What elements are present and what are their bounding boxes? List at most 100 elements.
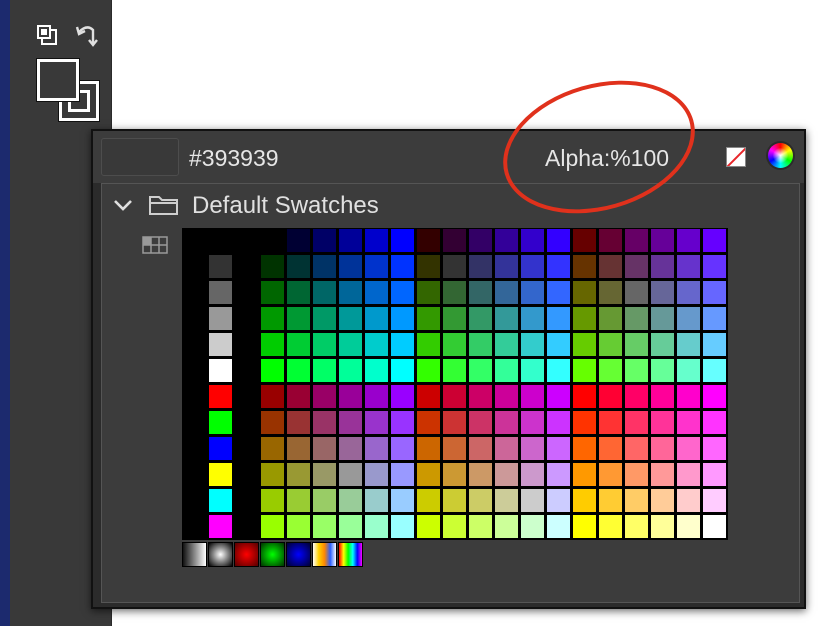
- color-swatch[interactable]: [416, 488, 441, 513]
- color-swatch[interactable]: [338, 228, 363, 253]
- color-swatch[interactable]: [312, 254, 337, 279]
- color-swatch[interactable]: [494, 254, 519, 279]
- color-swatch[interactable]: [364, 462, 389, 487]
- color-swatch[interactable]: [546, 410, 571, 435]
- color-swatch[interactable]: [260, 228, 285, 253]
- color-swatch[interactable]: [416, 306, 441, 331]
- color-swatch[interactable]: [234, 462, 259, 487]
- color-swatch[interactable]: [364, 436, 389, 461]
- color-swatch[interactable]: [338, 436, 363, 461]
- color-swatch[interactable]: [338, 358, 363, 383]
- color-swatch[interactable]: [442, 254, 467, 279]
- color-swatch[interactable]: [598, 254, 623, 279]
- color-swatch[interactable]: [364, 254, 389, 279]
- color-swatch[interactable]: [442, 462, 467, 487]
- color-swatch[interactable]: [624, 410, 649, 435]
- color-swatch[interactable]: [624, 332, 649, 357]
- gradient-swatch[interactable]: [312, 542, 337, 567]
- color-swatch[interactable]: [260, 488, 285, 513]
- color-swatch[interactable]: [338, 462, 363, 487]
- color-swatch[interactable]: [624, 358, 649, 383]
- color-swatch[interactable]: [494, 280, 519, 305]
- color-wheel-icon[interactable]: [768, 143, 793, 168]
- color-swatch[interactable]: [624, 488, 649, 513]
- color-swatch[interactable]: [182, 436, 207, 461]
- color-swatch[interactable]: [598, 332, 623, 357]
- color-swatch[interactable]: [624, 280, 649, 305]
- color-swatch[interactable]: [598, 358, 623, 383]
- color-swatch[interactable]: [546, 462, 571, 487]
- color-swatch[interactable]: [416, 514, 441, 539]
- gradient-swatch[interactable]: [286, 542, 311, 567]
- color-swatch[interactable]: [520, 384, 545, 409]
- color-swatch[interactable]: [624, 228, 649, 253]
- color-swatch[interactable]: [234, 254, 259, 279]
- color-swatch[interactable]: [364, 332, 389, 357]
- color-swatch[interactable]: [650, 358, 675, 383]
- color-swatch[interactable]: [572, 228, 597, 253]
- color-swatch[interactable]: [702, 462, 727, 487]
- color-swatch[interactable]: [416, 280, 441, 305]
- gradient-swatch[interactable]: [260, 542, 285, 567]
- color-swatch[interactable]: [598, 384, 623, 409]
- color-swatch[interactable]: [676, 306, 701, 331]
- color-swatch[interactable]: [286, 228, 311, 253]
- gradient-swatch[interactable]: [338, 542, 363, 567]
- color-swatch[interactable]: [234, 358, 259, 383]
- color-swatch[interactable]: [286, 358, 311, 383]
- color-swatch[interactable]: [182, 410, 207, 435]
- color-swatch[interactable]: [572, 280, 597, 305]
- color-swatch[interactable]: [416, 254, 441, 279]
- color-swatch[interactable]: [208, 514, 233, 539]
- color-swatch[interactable]: [312, 488, 337, 513]
- color-swatch[interactable]: [390, 436, 415, 461]
- color-swatch[interactable]: [520, 488, 545, 513]
- color-swatch[interactable]: [234, 488, 259, 513]
- color-swatch[interactable]: [676, 436, 701, 461]
- color-swatch[interactable]: [676, 462, 701, 487]
- color-swatch[interactable]: [520, 410, 545, 435]
- color-swatch[interactable]: [546, 254, 571, 279]
- color-swatch[interactable]: [338, 514, 363, 539]
- color-swatch[interactable]: [624, 306, 649, 331]
- color-swatch[interactable]: [338, 306, 363, 331]
- grid-view-icon[interactable]: [142, 236, 168, 254]
- color-swatch[interactable]: [572, 488, 597, 513]
- color-swatch[interactable]: [234, 280, 259, 305]
- color-swatch[interactable]: [286, 306, 311, 331]
- color-swatch[interactable]: [208, 488, 233, 513]
- color-swatch[interactable]: [442, 228, 467, 253]
- gradient-swatch[interactable]: [182, 542, 207, 567]
- color-swatch[interactable]: [416, 228, 441, 253]
- color-swatch[interactable]: [390, 358, 415, 383]
- color-swatch[interactable]: [364, 228, 389, 253]
- color-swatch[interactable]: [468, 488, 493, 513]
- color-swatch[interactable]: [650, 332, 675, 357]
- color-swatch[interactable]: [208, 228, 233, 253]
- color-swatch[interactable]: [338, 384, 363, 409]
- color-swatch[interactable]: [260, 358, 285, 383]
- color-swatch[interactable]: [364, 514, 389, 539]
- color-swatch[interactable]: [416, 384, 441, 409]
- color-swatch[interactable]: [468, 306, 493, 331]
- color-swatch[interactable]: [650, 254, 675, 279]
- color-swatch[interactable]: [494, 228, 519, 253]
- swap-colors-icon[interactable]: [36, 24, 60, 48]
- color-swatch[interactable]: [182, 306, 207, 331]
- color-swatch[interactable]: [312, 462, 337, 487]
- color-swatch[interactable]: [260, 306, 285, 331]
- color-swatch[interactable]: [546, 332, 571, 357]
- color-swatch[interactable]: [702, 254, 727, 279]
- color-swatch[interactable]: [468, 254, 493, 279]
- color-swatch[interactable]: [390, 280, 415, 305]
- color-swatch[interactable]: [260, 254, 285, 279]
- color-swatch[interactable]: [598, 436, 623, 461]
- color-swatch[interactable]: [676, 384, 701, 409]
- color-swatch[interactable]: [182, 488, 207, 513]
- color-swatch[interactable]: [208, 410, 233, 435]
- color-swatch[interactable]: [650, 488, 675, 513]
- color-swatch[interactable]: [468, 280, 493, 305]
- color-swatch[interactable]: [702, 228, 727, 253]
- color-swatch[interactable]: [182, 228, 207, 253]
- color-swatch[interactable]: [702, 410, 727, 435]
